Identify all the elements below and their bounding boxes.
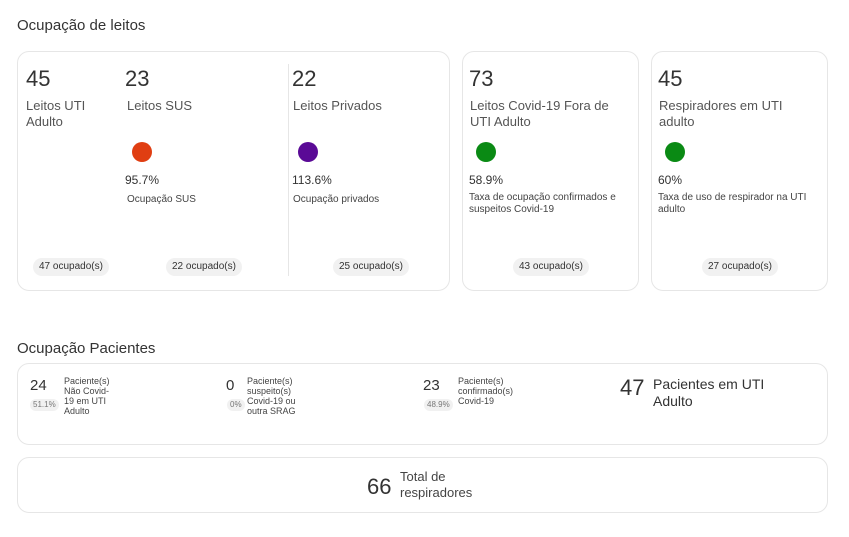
respirators-uti-value: 45 [658,66,683,91]
private-beds-value: 22 [292,66,317,91]
non-covid-patients-value: 24 [30,377,47,394]
respirators-uti-label: Respiradores em UTI adulto [659,98,783,129]
column-divider [288,64,289,276]
non-covid-percent-badge: 51.1% [30,399,59,411]
confirmed-patients-label: Paciente(s) confirmado(s) Covid-19 [458,376,514,406]
sus-beds-value: 23 [125,66,150,91]
covid-beds-value: 73 [469,66,494,91]
respirators-uti-card: 45 Respiradores em UTI adulto 60% Taxa d… [651,51,828,291]
respirators-total-label: Total de respiradores [400,469,473,500]
covid-beds-card: 73 Leitos Covid-19 Fora de UTI Adulto 58… [462,51,639,291]
uti-occupied-badge: 47 ocupado(s) [33,258,109,276]
sus-occupancy-caption: Ocupação SUS [127,194,196,205]
covid-occupancy-caption: Taxa de ocupação confirmados e suspeitos… [469,192,616,215]
sus-beds-label: Leitos SUS [127,98,193,113]
sus-occupied-badge: 22 ocupado(s) [166,258,242,276]
respirators-status-dot [665,142,685,162]
confirmed-percent-badge: 48.9% [424,399,453,411]
private-occupancy-percent: 113.6% [292,173,332,187]
private-status-dot [298,142,318,162]
beds-summary-card: 45 Leitos UTI Adulto 47 ocupado(s) 23 Le… [17,51,450,291]
uti-beds-value: 45 [26,66,51,91]
private-occupied-badge: 25 ocupado(s) [333,258,409,276]
respirators-usage-caption: Taxa de uso de respirador na UTI adulto [658,192,807,215]
beds-section-title: Ocupação de leitos [17,17,146,34]
suspected-patients-value: 0 [226,377,235,394]
suspected-patients-label: Paciente(s) suspeito(s) Covid-19 ou outr… [247,376,296,416]
non-covid-patients-label: Paciente(s) Não Covid-19 em UTI Adulto [64,376,110,416]
respirators-occupied-badge: 27 ocupado(s) [702,258,778,276]
respirators-usage-percent: 60% [658,173,683,187]
sus-status-dot [132,142,152,162]
patients-section-title: Ocupação Pacientes [17,340,156,357]
total-uti-patients-value: 47 [620,375,645,400]
covid-occupancy-percent: 58.9% [469,173,504,187]
covid-status-dot [476,142,496,162]
uti-beds-label: Leitos UTI Adulto [26,98,86,129]
covid-beds-label: Leitos Covid-19 Fora de UTI Adulto [470,98,609,129]
total-uti-patients-label: Pacientes em UTI Adulto [653,376,765,409]
confirmed-patients-value: 23 [423,377,440,394]
private-beds-label: Leitos Privados [293,98,382,113]
respirators-total-card: 66 Total de respiradores [17,457,828,513]
private-occupancy-caption: Ocupação privados [293,194,380,205]
sus-occupancy-percent: 95.7% [125,173,160,187]
suspected-percent-badge: 0% [227,399,245,411]
respirators-total-value: 66 [367,474,392,499]
patients-card: 24 51.1% Paciente(s) Não Covid-19 em UTI… [17,363,828,445]
covid-occupied-badge: 43 ocupado(s) [513,258,589,276]
